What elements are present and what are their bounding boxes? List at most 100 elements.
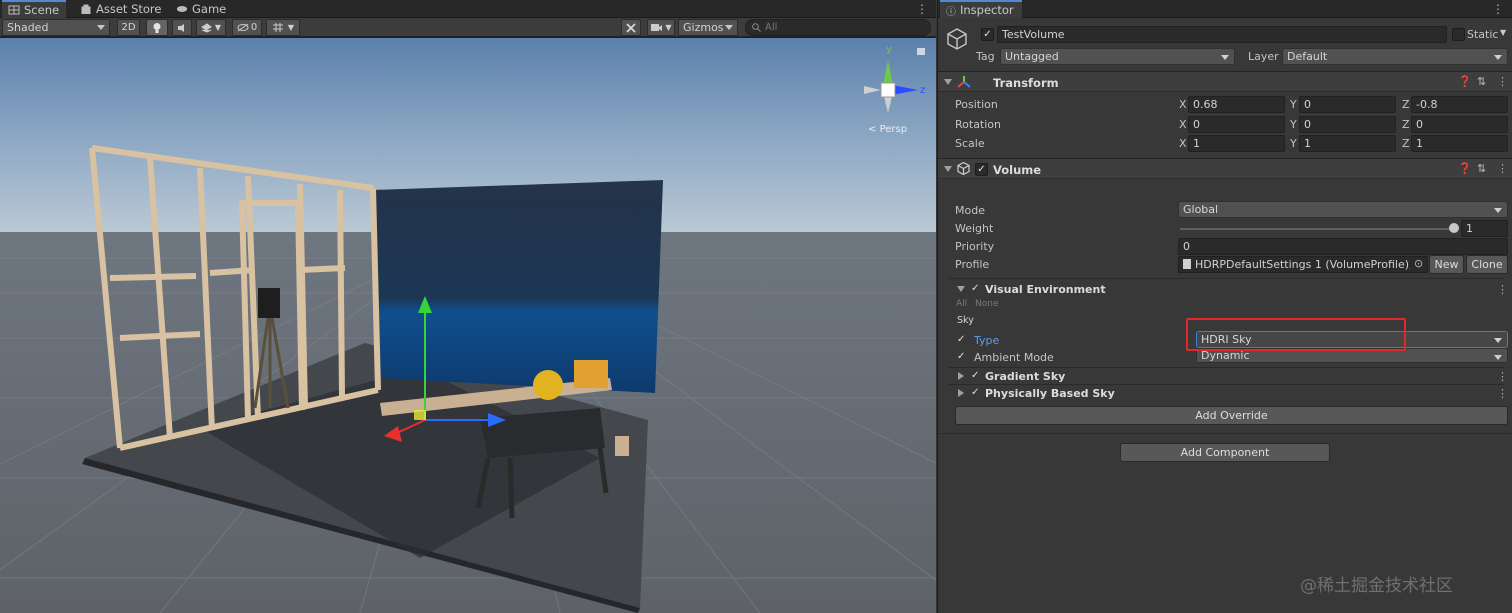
rotation-y-field[interactable]: 0	[1299, 116, 1396, 133]
lightbulb-icon	[153, 22, 161, 33]
blue-backdrop-wall	[372, 180, 663, 393]
transform-axes-icon	[957, 76, 971, 88]
foldout-arrow-icon[interactable]	[944, 166, 952, 172]
ambient-override-check-icon[interactable]: ✓	[957, 351, 965, 362]
presets-sliders-icon[interactable]: ⇅	[1477, 162, 1486, 175]
lock-icon[interactable]	[917, 48, 925, 55]
scene-menu-kebab-icon[interactable]: ⋮	[916, 2, 928, 16]
scale-x-field[interactable]: 1	[1188, 135, 1285, 152]
mode-label: Mode	[955, 204, 985, 217]
chevron-down-icon	[1494, 208, 1502, 213]
override-active-check-icon[interactable]: ✓	[971, 387, 979, 398]
object-active-checkbox[interactable]: ✓	[981, 28, 994, 41]
position-y-field[interactable]: 0	[1299, 96, 1396, 113]
layer-dropdown[interactable]: Default	[1282, 48, 1508, 65]
foldout-arrow-icon[interactable]	[958, 389, 964, 397]
rotation-z-field[interactable]: 0	[1411, 116, 1508, 133]
grid-snapping-button[interactable]: ▼	[266, 19, 300, 36]
profile-label: Profile	[955, 258, 990, 271]
lighting-toggle-button[interactable]	[146, 19, 168, 36]
new-profile-button[interactable]: New	[1429, 255, 1464, 274]
override-menu-kebab-icon[interactable]: ⋮	[1497, 370, 1508, 383]
override-menu-kebab-icon[interactable]: ⋮	[1497, 387, 1508, 400]
profile-value: HDRPDefaultSettings 1 (VolumeProfile)	[1195, 258, 1410, 271]
tools-button[interactable]	[621, 19, 641, 36]
gizmos-label: Gizmos	[683, 21, 724, 34]
add-override-button[interactable]: Add Override	[955, 406, 1508, 425]
watermark-text: @稀土掘金技术社区	[1300, 576, 1453, 596]
tab-scene-label: Scene	[24, 3, 60, 17]
scale-z-field[interactable]: 1	[1411, 135, 1508, 152]
audio-toggle-button[interactable]	[172, 19, 192, 36]
override-menu-kebab-icon[interactable]: ⋮	[1497, 283, 1508, 296]
weight-slider-track[interactable]	[1180, 228, 1454, 230]
scene-search-input[interactable]: All	[745, 19, 931, 36]
shading-mode-dropdown[interactable]: Shaded	[2, 19, 110, 36]
foldout-arrow-icon[interactable]	[958, 372, 964, 380]
weight-slider-thumb[interactable]	[1449, 223, 1459, 233]
ambient-mode-label: Ambient Mode	[974, 351, 1054, 364]
scale-y-field[interactable]: 1	[1299, 135, 1396, 152]
chevron-down-icon	[725, 25, 733, 30]
foldout-arrow-icon[interactable]	[957, 286, 965, 292]
help-icon[interactable]: ❓	[1458, 162, 1472, 175]
profile-object-field[interactable]: HDRPDefaultSettings 1 (VolumeProfile)	[1178, 256, 1428, 273]
position-z-field[interactable]: -0.8	[1411, 96, 1508, 113]
sky-section-label: Sky	[957, 315, 974, 326]
shading-mode-value: Shaded	[7, 21, 49, 34]
gradient-sky-title: Gradient Sky	[985, 370, 1066, 383]
profile-asset-icon	[1183, 259, 1191, 269]
scene-visibility-button[interactable]: 0	[232, 19, 262, 36]
component-menu-kebab-icon[interactable]: ⋮	[1497, 162, 1508, 175]
toggle-none-link[interactable]: None	[975, 299, 998, 309]
tag-dropdown[interactable]: Untagged	[1000, 48, 1235, 65]
tab-scene[interactable]: Scene	[2, 0, 66, 18]
grid-snap-icon	[272, 23, 283, 32]
override-active-check-icon[interactable]: ✓	[971, 283, 979, 294]
toggle-2d-button[interactable]: 2D	[117, 19, 140, 36]
camera-icon	[651, 24, 663, 31]
help-icon[interactable]: ❓	[1458, 75, 1472, 88]
divider	[948, 278, 1504, 279]
inspector-menu-kebab-icon[interactable]: ⋮	[1492, 2, 1504, 16]
add-component-button[interactable]: Add Component	[1120, 443, 1330, 462]
presets-sliders-icon[interactable]: ⇅	[1477, 75, 1486, 88]
position-x-field[interactable]: 0.68	[1188, 96, 1285, 113]
object-name-field[interactable]: TestVolume	[997, 26, 1447, 43]
static-checkbox[interactable]	[1452, 28, 1465, 41]
search-icon	[752, 23, 761, 32]
foldout-arrow-icon[interactable]	[944, 79, 952, 85]
gizmos-dropdown[interactable]: Gizmos	[678, 19, 738, 36]
rotation-x-field[interactable]: 0	[1188, 116, 1285, 133]
ambient-mode-dropdown[interactable]: Dynamic	[1196, 348, 1508, 363]
store-bag-icon	[81, 4, 91, 14]
object-picker-icon[interactable]: ⊙	[1414, 257, 1423, 270]
clone-profile-button[interactable]: Clone	[1466, 255, 1508, 274]
effects-dropdown-button[interactable]: ▼	[196, 19, 226, 36]
volume-enabled-checkbox[interactable]: ✓	[975, 163, 988, 176]
priority-field[interactable]: 0	[1178, 238, 1508, 255]
component-menu-kebab-icon[interactable]: ⋮	[1497, 75, 1508, 88]
chevron-down-icon[interactable]: ▼	[1500, 28, 1506, 37]
axis-x-label: X	[1179, 118, 1187, 131]
visual-environment-title: Visual Environment	[985, 283, 1106, 296]
axis-x-label: X	[1179, 137, 1187, 150]
chevron-down-icon	[97, 25, 105, 30]
axis-y-label: Y	[1290, 118, 1297, 131]
override-active-check-icon[interactable]: ✓	[971, 370, 979, 381]
eye-hidden-icon	[237, 23, 249, 32]
sky-type-dropdown[interactable]: HDRI Sky	[1196, 331, 1508, 348]
toggle-all-link[interactable]: All	[956, 299, 967, 309]
ambient-mode-value: Dynamic	[1201, 349, 1250, 362]
tab-asset-store[interactable]: Asset Store	[74, 0, 168, 18]
divider	[948, 384, 1504, 385]
tab-game[interactable]: Game	[170, 0, 232, 18]
scene-viewport[interactable]: y z < Persp	[0, 38, 936, 613]
tab-inspector[interactable]: ⓘ Inspector	[940, 0, 1022, 18]
camera-settings-button[interactable]: ▼	[647, 19, 675, 36]
chevron-down-icon: ▼	[214, 23, 222, 32]
axis-z-label: Z	[1402, 137, 1410, 150]
type-override-check-icon[interactable]: ✓	[957, 334, 965, 345]
mode-dropdown[interactable]: Global	[1178, 201, 1508, 218]
weight-field[interactable]: 1	[1461, 220, 1508, 237]
